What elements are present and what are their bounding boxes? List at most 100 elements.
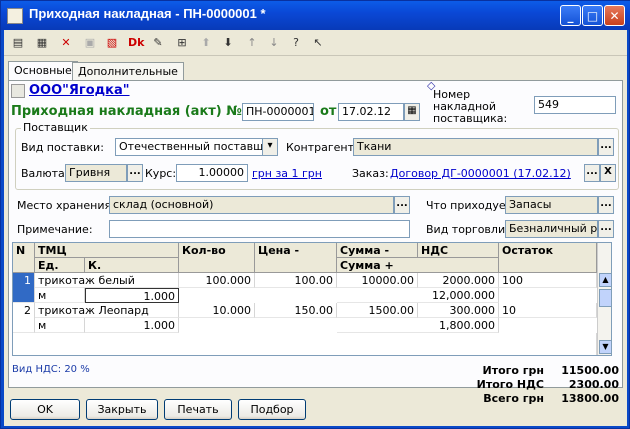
close-button[interactable]: ✕ — [604, 5, 625, 26]
col-n: N — [13, 243, 35, 273]
table-cell-sum[interactable]: 10000.00 — [337, 273, 418, 288]
what-field[interactable]: Запасы — [505, 196, 598, 214]
table-cell-price[interactable]: 150.00 — [255, 303, 337, 318]
print-button[interactable]: Печать — [164, 399, 232, 420]
contractor-label: Контрагент: — [286, 141, 358, 154]
contractor-field[interactable]: Ткани — [353, 138, 598, 156]
trade-label: Вид торговли: — [426, 223, 509, 236]
clear-icon[interactable]: ▧ — [104, 35, 120, 51]
trade-select-button[interactable]: ... — [598, 220, 614, 238]
rate-label: Курс: — [145, 167, 177, 180]
table-row-n[interactable]: 1 — [13, 273, 35, 303]
select-button[interactable]: Подбор — [238, 399, 306, 420]
vertical-scrollbar[interactable]: ▲ ▼ — [597, 243, 611, 355]
delete-row-icon[interactable]: ✕ — [58, 35, 74, 51]
close-form-button[interactable]: Закрыть — [86, 399, 158, 420]
grand-total-label: Всего грн — [483, 392, 544, 405]
storage-place-field[interactable]: склад (основной) — [109, 196, 394, 214]
table-cell-name[interactable]: трикотаж белый — [35, 273, 179, 288]
table-cell-qty[interactable]: 100.000 — [179, 273, 255, 288]
col-qty: Кол-во — [179, 243, 255, 273]
supplier-group-label: Поставщик — [21, 121, 90, 134]
scroll-down-icon[interactable]: ▼ — [599, 340, 611, 354]
invoice-number-field[interactable]: 549 — [534, 96, 616, 114]
scroll-up-icon[interactable]: ▲ — [599, 273, 611, 287]
chevron-down-icon[interactable]: ▾ — [262, 138, 278, 156]
items-table[interactable]: N ТМЦ Ед. К. Кол-во Цена - Сумма - НДС С… — [12, 242, 612, 356]
minimize-button[interactable]: _ — [560, 5, 581, 26]
table-cell-price[interactable]: 100.00 — [255, 273, 337, 288]
add-group-icon[interactable]: ▦ — [34, 35, 50, 51]
toolbar: ▤ ▦ ✕ ▣ ▧ Dk ✎ ⊞ ⬆ ⬇ ↑ ↓ ? ↖ — [4, 30, 627, 56]
org-link[interactable]: ООО"Ягодка" — [29, 83, 130, 98]
col-unit: Ед. — [35, 258, 85, 273]
order-clear-button[interactable]: X — [600, 164, 616, 182]
invoice-number-label: Номер накладной поставщика: — [433, 88, 508, 125]
org-icon — [11, 84, 25, 98]
vat-kind-label: Вид НДС: 20 % — [12, 364, 90, 375]
table-cell-vat[interactable]: 300.000 — [418, 303, 499, 318]
table-cell-k[interactable]: 1.000 — [85, 318, 179, 333]
window-title: Приходная накладная - ПН-0000001 * — [29, 6, 266, 21]
supply-kind-select[interactable]: Отечественный поставщик — [115, 138, 265, 156]
vat-total-value: 2300.00 — [568, 378, 619, 391]
ok-button[interactable]: OK — [10, 399, 80, 420]
col-vat: НДС — [418, 243, 499, 258]
table-cell-sum[interactable]: 1500.00 — [337, 303, 418, 318]
col-price: Цена - — [255, 243, 337, 273]
table-cell-name[interactable]: трикотаж Леопард — [35, 303, 179, 318]
add-row-icon[interactable]: ▤ — [10, 35, 26, 51]
window: Приходная накладная - ПН-0000001 * _ □ ✕… — [0, 0, 630, 429]
table-cell-sum-plus[interactable]: 1,800.000 — [337, 318, 499, 333]
col-k: К. — [85, 258, 179, 273]
currency-select-button[interactable]: ... — [127, 164, 143, 182]
col-rest: Остаток — [499, 243, 597, 273]
total-value: 11500.00 — [561, 364, 619, 377]
doc-number-field[interactable]: ПН-0000001 — [242, 103, 314, 121]
table-row-n[interactable]: 2 — [13, 303, 35, 333]
dk-icon[interactable]: Dk — [128, 35, 144, 51]
what-select-button[interactable]: ... — [598, 196, 614, 214]
table-cell-rest[interactable]: 100 — [499, 273, 597, 288]
maximize-button[interactable]: □ — [582, 5, 603, 26]
table-cell-unit[interactable]: м — [35, 318, 85, 333]
tab-main[interactable]: Основные — [8, 61, 78, 81]
arrow-up-icon[interactable]: ⬆ — [198, 35, 214, 51]
col-sum: Сумма - — [337, 243, 418, 258]
currency-field[interactable]: Гривня — [65, 164, 127, 182]
rate-field[interactable]: 1.00000 — [176, 164, 248, 182]
tab-additional[interactable]: Дополнительные — [72, 62, 184, 80]
calendar-icon[interactable]: ▦ — [404, 103, 420, 121]
order-link[interactable]: Договор ДГ-0000001 (17.02.12) — [390, 167, 571, 180]
pointer-help-icon[interactable]: ↖ — [310, 35, 326, 51]
contractor-select-button[interactable]: ... — [598, 138, 614, 156]
table-cell-rest[interactable]: 10 — [499, 303, 597, 318]
copy-row-icon[interactable]: ▣ — [82, 35, 98, 51]
document-title: Приходная накладная (акт) № — [11, 104, 242, 119]
table-cell-k[interactable]: 1.000 — [85, 288, 179, 303]
doc-date-field[interactable]: 17.02.12 — [338, 103, 404, 121]
note-label: Примечание: — [17, 223, 93, 236]
storage-place-label: Место хранения: — [17, 199, 115, 212]
trade-field[interactable]: Безналичный рас — [505, 220, 598, 238]
order-select-button[interactable]: ... — [584, 164, 600, 182]
title-bar[interactable]: Приходная накладная - ПН-0000001 * _ □ ✕ — [1, 1, 630, 30]
edit-icon[interactable]: ✎ — [150, 35, 166, 51]
table-cell-vat[interactable]: 2000.000 — [418, 273, 499, 288]
table-cell-sum-plus[interactable]: 12,000.000 — [337, 288, 499, 303]
currency-label: Валюта: — [21, 167, 69, 180]
rate-unit-link[interactable]: грн за 1 грн — [252, 167, 322, 180]
insert-icon[interactable]: ⊞ — [174, 35, 190, 51]
help-icon[interactable]: ? — [288, 35, 304, 51]
storage-select-button[interactable]: ... — [394, 196, 410, 214]
table-cell-qty[interactable]: 10.000 — [179, 303, 255, 318]
scroll-thumb[interactable] — [599, 289, 611, 307]
from-label: от — [320, 104, 337, 119]
note-field[interactable] — [109, 220, 410, 238]
table-empty-area — [13, 333, 597, 355]
arrow-down-icon[interactable]: ⬇ — [220, 35, 236, 51]
sort-desc-icon[interactable]: ↓ — [266, 35, 282, 51]
col-tmc: ТМЦ — [35, 243, 179, 258]
table-cell-unit[interactable]: м — [35, 288, 85, 303]
sort-asc-icon[interactable]: ↑ — [244, 35, 260, 51]
